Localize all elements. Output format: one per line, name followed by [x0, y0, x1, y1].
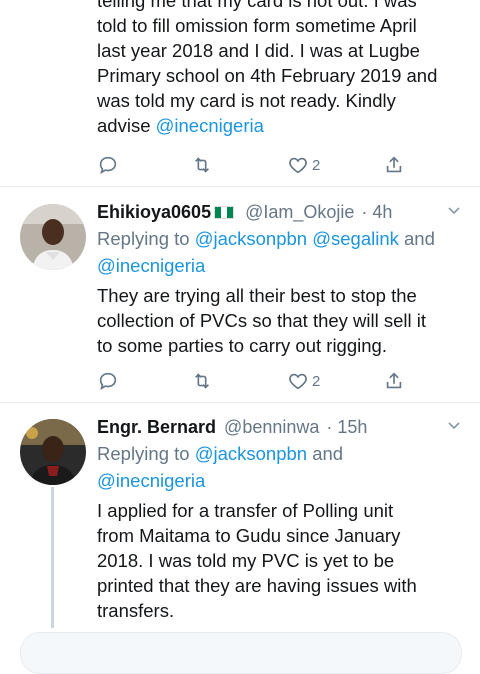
text-line: from Maitama to Gudu since January	[97, 525, 401, 546]
mention-link[interactable]: @inecnigeria	[156, 115, 264, 136]
tweet-header: Ehikioya0605 @Iam_Okojie · 4h	[97, 202, 392, 223]
display-name[interactable]: Ehikioya0605	[97, 202, 211, 222]
text-line: transfers.	[97, 600, 175, 621]
text-line: They are trying all their best to stop t…	[97, 285, 417, 306]
tweet-3[interactable]: Engr. Bernard @benninwa · 15h Replying t…	[0, 403, 480, 628]
mention-link[interactable]: @jacksonpbn	[195, 443, 307, 464]
nigeria-flag-icon	[214, 206, 235, 219]
retweet-button[interactable]	[191, 369, 213, 393]
mention-link[interactable]: @inecnigeria	[97, 470, 205, 491]
retweet-icon	[194, 157, 210, 173]
text-line: advise @inecnigeria	[97, 115, 264, 136]
replying-to: Replying to @jacksonpbn and @inecnigeria	[97, 443, 344, 491]
tweet-text: I applied for a transfer of Polling unit…	[97, 498, 467, 623]
avatar[interactable]	[20, 419, 86, 485]
like-button[interactable]: 2	[287, 153, 320, 177]
user-handle[interactable]: @Iam_Okojie	[245, 202, 354, 222]
share-button[interactable]	[383, 369, 405, 393]
chevron-down-icon[interactable]	[448, 422, 460, 430]
tweet-2[interactable]: Ehikioya0605 @Iam_Okojie · 4h Replying t…	[0, 187, 480, 402]
mention-link[interactable]: @segalink	[312, 228, 399, 249]
tweet-actions: 2	[97, 153, 417, 177]
text-line: printed that they are having issues with	[97, 575, 417, 596]
retweet-button[interactable]	[191, 153, 213, 177]
share-button[interactable]	[383, 153, 405, 177]
display-name[interactable]: Engr. Bernard	[97, 417, 216, 437]
replying-to: Replying to @jacksonpbn @segalink and @i…	[97, 228, 435, 276]
share-icon	[386, 372, 402, 389]
thread-line	[51, 487, 54, 628]
timestamp[interactable]: · 4h	[361, 202, 392, 222]
retweet-icon	[194, 373, 210, 389]
avatar[interactable]	[20, 204, 86, 270]
tweet-text: telling me that my card is not out. I wa…	[97, 0, 467, 138]
chevron-down-icon[interactable]	[448, 207, 460, 215]
like-button[interactable]: 2	[287, 369, 320, 393]
text-line: to some parties to carry out rigging.	[97, 335, 387, 356]
reply-icon	[99, 372, 117, 391]
timestamp[interactable]: · 15h	[326, 417, 367, 437]
text-line: told to fill omission form sometime Apri…	[97, 15, 417, 36]
tweet-actions: 2	[97, 369, 417, 393]
text-line: 2018. I was told my PVC is yet to be	[97, 550, 395, 571]
tweet-text: They are trying all their best to stop t…	[97, 283, 467, 358]
text-line: Primary school on 4th February 2019 and	[97, 65, 438, 86]
text-line: telling me that my card is not out. I wa…	[97, 0, 417, 11]
tweet-header: Engr. Bernard @benninwa · 15h	[97, 417, 367, 438]
text-line: I applied for a transfer of Polling unit	[97, 500, 394, 521]
mention-link[interactable]: @jacksonpbn	[195, 228, 307, 249]
text-line: last year 2018 and I did. I was at Lugbe	[97, 40, 420, 61]
like-count: 2	[312, 156, 321, 174]
text-line: collection of PVCs so that they will sel…	[97, 310, 427, 331]
user-handle[interactable]: @benninwa	[224, 417, 319, 437]
reply-button[interactable]	[97, 369, 119, 393]
heart-icon	[289, 157, 307, 174]
mention-link[interactable]: @inecnigeria	[97, 255, 205, 276]
reply-icon	[99, 156, 117, 175]
tweet-1[interactable]: telling me that my card is not out. I wa…	[0, 0, 480, 186]
reply-button[interactable]	[97, 153, 119, 177]
heart-icon	[289, 373, 307, 390]
like-count: 2	[312, 372, 321, 390]
text-line: was told my card is not ready. Kindly	[97, 90, 396, 111]
reply-compose-box[interactable]	[20, 632, 462, 674]
share-icon	[386, 156, 402, 173]
